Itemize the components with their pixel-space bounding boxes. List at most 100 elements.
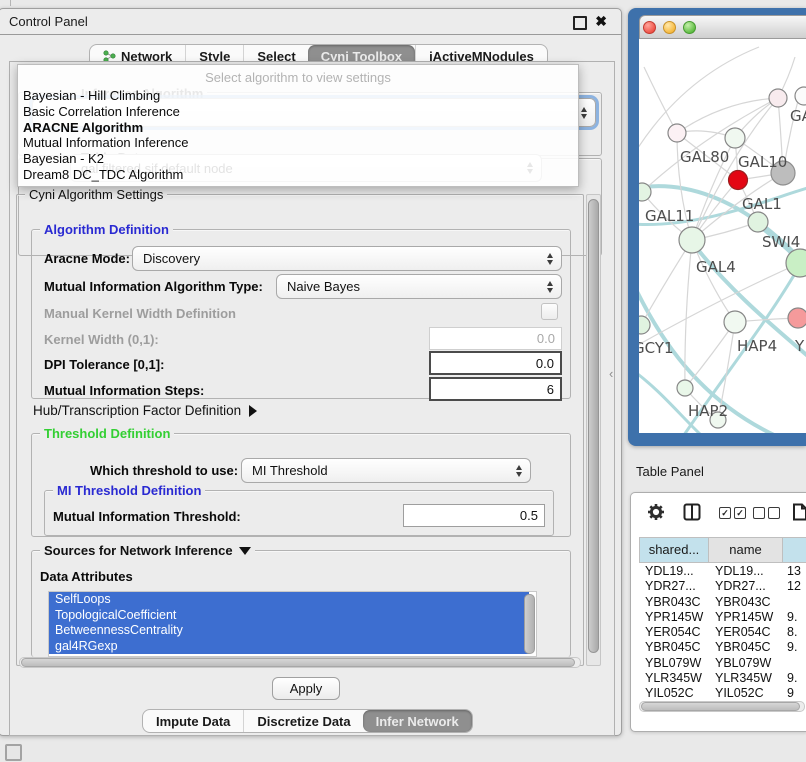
zoom-traffic-light-icon[interactable] [683, 21, 696, 34]
cell[interactable]: YDR27... [709, 579, 783, 594]
table-row[interactable]: YBR045CYBR045C9. [639, 640, 806, 655]
network-node[interactable] [795, 87, 806, 105]
cell[interactable]: YDL19... [639, 564, 709, 579]
tab-infer-network[interactable]: Infer Network [363, 710, 472, 732]
cell[interactable]: YPR145W [709, 610, 783, 625]
dropdown-item[interactable]: Dream8 DC_TDC Algorithm [18, 167, 578, 183]
cell[interactable]: YBL079W [639, 656, 709, 671]
aracne-mode-combo[interactable]: Discovery [132, 246, 562, 271]
node-label: GAL [790, 107, 806, 125]
table-row[interactable]: YER054CYER054C8. [639, 625, 806, 640]
cell[interactable]: YBR043C [709, 595, 783, 610]
list-item[interactable]: BetweennessCentrality [49, 623, 529, 639]
cell[interactable]: YDL19... [709, 564, 783, 579]
cell[interactable]: 8. [783, 625, 806, 640]
tab-impute-data[interactable]: Impute Data [143, 710, 243, 732]
dropdown-item[interactable]: Mutual Information Inference [18, 135, 578, 151]
settings-vertical-scrollbar[interactable] [586, 194, 601, 666]
table-horizontal-scrollbar[interactable] [639, 701, 805, 712]
network-node[interactable] [748, 212, 768, 232]
new-table-icon[interactable] [791, 503, 806, 526]
float-window-icon[interactable] [573, 16, 587, 30]
cell[interactable]: YBR043C [639, 595, 709, 610]
which-threshold-combo[interactable]: MI Threshold [241, 458, 531, 483]
close-icon[interactable]: ✖ [595, 13, 607, 29]
cell[interactable]: 9. [783, 640, 806, 655]
table-row[interactable]: YIL052CYIL052C9 [639, 686, 806, 697]
expander-collapsed-icon [249, 405, 257, 417]
cell[interactable]: 13 [783, 564, 806, 579]
split-columns-icon[interactable] [683, 503, 701, 526]
network-node[interactable] [679, 227, 705, 253]
node-label: SWI4 [762, 233, 800, 251]
gear-icon[interactable] [647, 503, 665, 526]
cell[interactable]: YBR045C [709, 640, 783, 655]
network-canvas[interactable]: GAL GAL80 GAL10 GAL1 GAL11 SWI4 GAL4 GCY… [639, 39, 806, 433]
cell[interactable]: YIL052C [709, 686, 783, 697]
scrollbar-thumb[interactable] [641, 702, 800, 711]
splitpane-collapse-arrow[interactable]: ‹ [609, 366, 613, 381]
cell[interactable]: YER054C [709, 625, 783, 640]
network-node[interactable] [639, 316, 650, 334]
cell[interactable]: YDR27... [639, 579, 709, 594]
column-header-shared-name[interactable]: shared... [639, 537, 709, 563]
settings-horizontal-scrollbar[interactable] [19, 657, 581, 668]
network-node[interactable] [639, 183, 651, 201]
apply-button[interactable]: Apply [272, 677, 340, 700]
list-item[interactable]: TopologicalCoefficient [49, 608, 529, 624]
network-window-titlebar[interactable] [639, 15, 806, 39]
cell[interactable]: YLR345W [639, 671, 709, 686]
cell[interactable]: YBL079W [709, 656, 783, 671]
unselect-all-columns-icon[interactable] [753, 507, 780, 519]
scrollbar-thumb[interactable] [588, 199, 599, 653]
table-row[interactable]: YBR043CYBR043C [639, 595, 806, 610]
cell[interactable]: 12 [783, 579, 806, 594]
table-row[interactable]: YDR27...YDR27...12 [639, 579, 806, 594]
tab-discretize-data[interactable]: Discretize Data [243, 710, 363, 732]
table-row[interactable]: YBL079WYBL079W [639, 656, 806, 671]
mi-type-value: Naive Bayes [287, 279, 360, 294]
cell[interactable]: 9. [783, 671, 806, 686]
cell[interactable]: YER054C [639, 625, 709, 640]
dropdown-item[interactable]: Bayesian - K2 [18, 151, 578, 167]
column-header-name[interactable]: name [709, 537, 783, 563]
select-all-columns-icon[interactable]: ✓✓ [719, 507, 746, 519]
dropdown-item[interactable]: Bayesian - Hill Climbing [18, 88, 578, 104]
table-row[interactable]: YDL19...YDL19...13 [639, 564, 806, 579]
hub-definition-expander[interactable]: Hub/Transcription Factor Definition [33, 403, 257, 418]
network-node[interactable] [677, 380, 693, 396]
table-row[interactable]: YPR145WYPR145W9. [639, 610, 806, 625]
node-label: GAL80 [680, 148, 729, 166]
table-row[interactable]: YLR345WYLR345W9. [639, 671, 806, 686]
manual-kernel-checkbox[interactable] [541, 303, 558, 320]
cell[interactable]: YIL052C [639, 686, 709, 697]
network-node[interactable] [724, 311, 746, 333]
dpi-tolerance-input[interactable] [429, 351, 562, 375]
cell[interactable] [783, 656, 806, 671]
mi-threshold-input[interactable] [403, 504, 545, 527]
kernel-width-input[interactable] [429, 327, 562, 350]
restore-panel-icon[interactable] [5, 744, 22, 761]
column-header-partial[interactable] [783, 537, 806, 563]
minimize-traffic-light-icon[interactable] [663, 21, 676, 34]
list-item[interactable]: SelfLoops [49, 592, 529, 608]
list-vertical-scrollbar[interactable] [524, 594, 535, 654]
mi-type-combo[interactable]: Naive Bayes [276, 274, 562, 299]
close-traffic-light-icon[interactable] [643, 21, 656, 34]
cell[interactable]: YPR145W [639, 610, 709, 625]
list-item[interactable]: gal4RGexp [49, 639, 529, 655]
scrollbar-thumb[interactable] [21, 658, 575, 667]
cell[interactable]: YLR345W [709, 671, 783, 686]
cell[interactable]: 9 [783, 686, 806, 697]
network-node-salmon[interactable] [788, 308, 806, 328]
network-node[interactable] [668, 124, 686, 142]
dropdown-item-selected[interactable]: ARACNE Algorithm [18, 120, 578, 136]
cell[interactable]: YBR045C [639, 640, 709, 655]
mi-steps-input[interactable] [429, 377, 562, 401]
dropdown-item[interactable]: Basic Correlation Inference [18, 104, 578, 120]
cell[interactable] [783, 595, 806, 610]
network-node[interactable] [725, 128, 745, 148]
cell[interactable]: 9. [783, 610, 806, 625]
network-node[interactable] [769, 89, 787, 107]
network-node-red[interactable] [729, 171, 748, 190]
